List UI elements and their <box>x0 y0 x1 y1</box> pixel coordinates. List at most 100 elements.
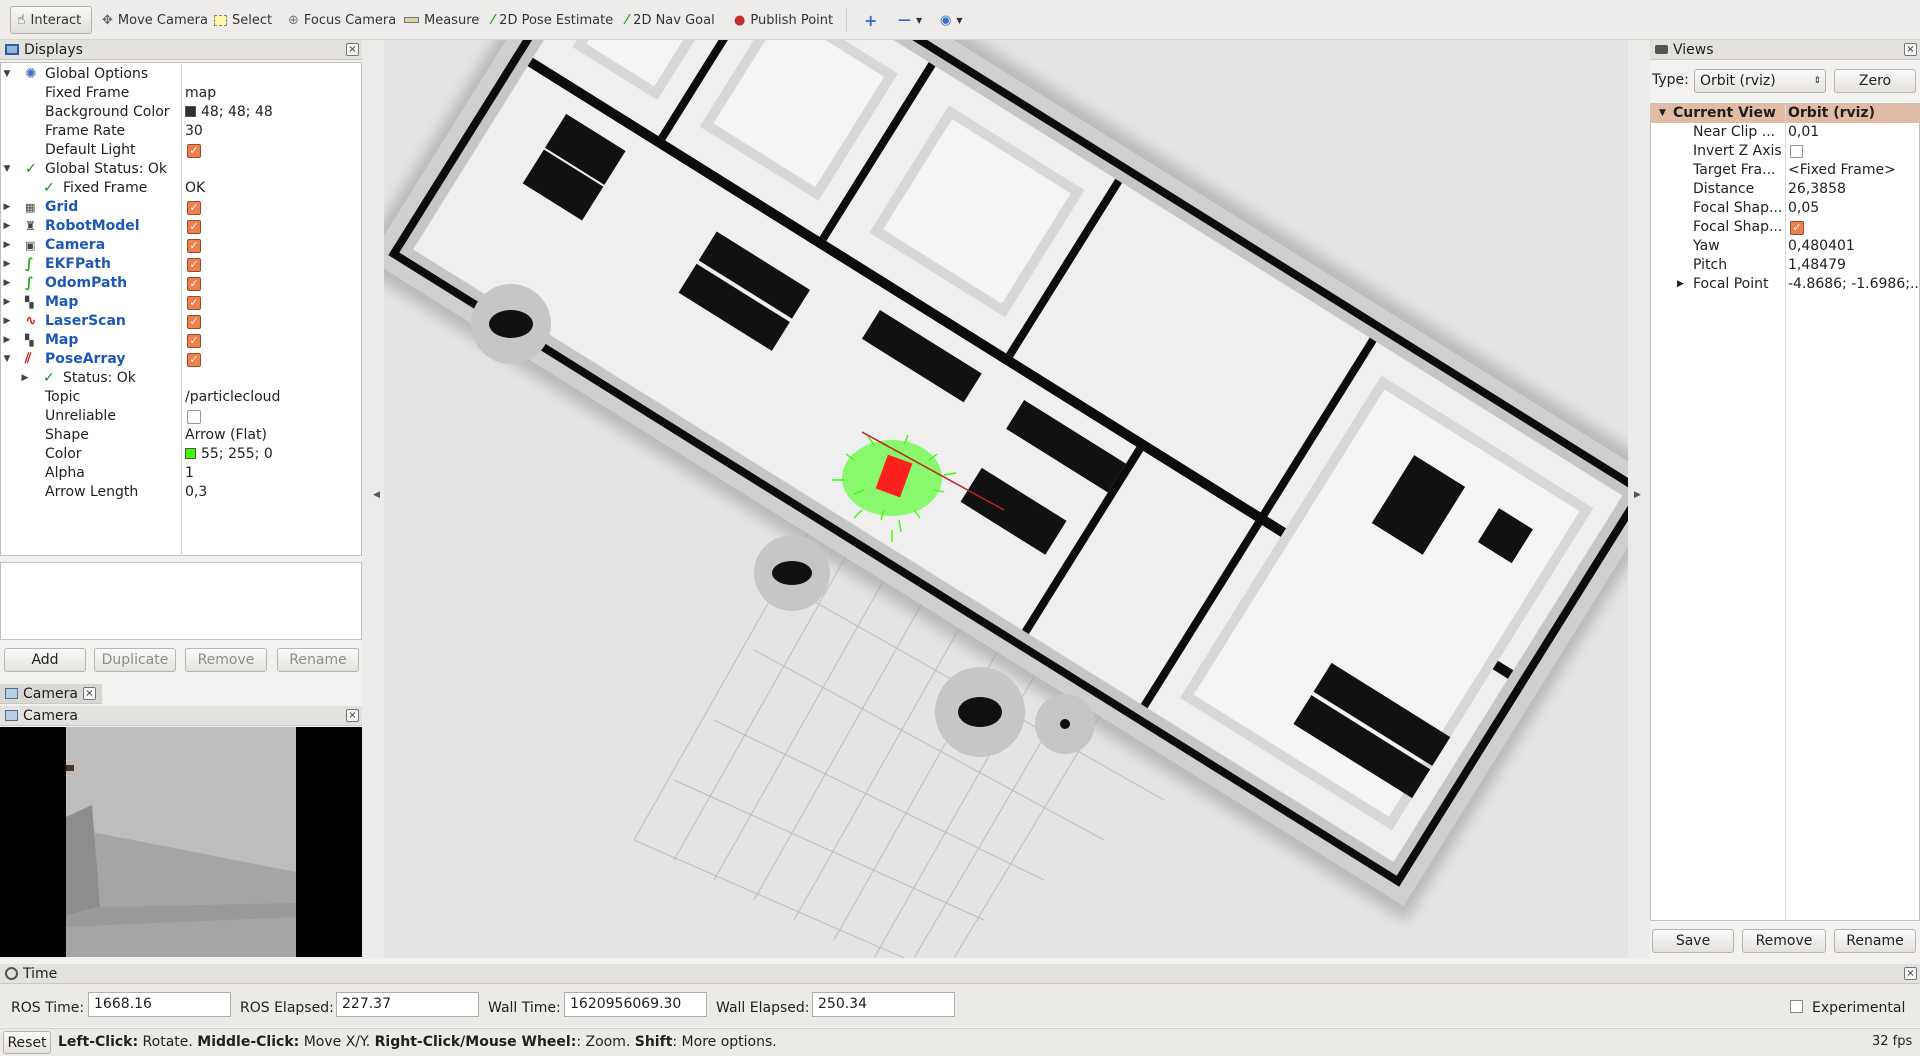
duplicate-display-button[interactable]: Duplicate <box>94 648 176 672</box>
invert-z-checkbox[interactable] <box>1790 145 1803 158</box>
enabled-checkbox[interactable]: ✓ <box>187 277 201 291</box>
ros-elapsed-field[interactable]: 227.37 <box>336 992 479 1017</box>
add-display-button[interactable]: Add <box>4 648 86 672</box>
enabled-checkbox[interactable]: ✓ <box>187 220 201 234</box>
eye-icon: ◉ <box>940 12 952 28</box>
rename-display-button[interactable]: Rename <box>277 648 359 672</box>
views-tree[interactable]: ▼ Current View Orbit (rviz) Near Clip ..… <box>1650 103 1920 921</box>
plus-icon: + <box>864 10 878 30</box>
enabled-checkbox[interactable]: ✓ <box>187 315 201 329</box>
select-label: Select <box>232 12 273 28</box>
view-property-row[interactable]: ▶ Focal Point -4.8686; -1.6986;... <box>1651 275 1919 294</box>
interact-tool-button[interactable]: ☝ Interact <box>10 6 92 34</box>
enabled-checkbox[interactable]: ✓ <box>187 334 201 348</box>
close-icon[interactable]: × <box>1904 967 1917 980</box>
color-value[interactable]: 55; 255; 0 <box>185 445 273 464</box>
path-icon: ∫ <box>25 256 34 272</box>
chevron-down-icon[interactable]: ▼ <box>1 65 13 84</box>
display-value: 48; 48; 48 <box>201 104 273 120</box>
chevron-down-icon[interactable]: ▼ <box>1 160 13 179</box>
chevron-down-icon: ▼ <box>916 15 923 25</box>
display-value: 0,3 <box>185 484 208 500</box>
remove-display-button[interactable]: Remove <box>185 648 267 672</box>
view-property-row[interactable]: Target Fra... <Fixed Frame> <box>1651 161 1919 180</box>
enabled-checkbox[interactable]: ✓ <box>187 201 201 215</box>
pose-estimate-tool-button[interactable]: ⁄ 2D Pose Estimate <box>486 6 619 34</box>
view-property-row[interactable]: Distance 26,3858 <box>1651 180 1919 199</box>
close-icon[interactable]: × <box>1904 43 1917 56</box>
chevron-right-icon[interactable]: ▶ <box>1 293 13 312</box>
right-splitter[interactable]: ▶ <box>1628 40 1650 958</box>
camera-icon <box>5 710 18 721</box>
select-tool-button[interactable]: Select <box>208 6 278 34</box>
add-tool-button[interactable]: + <box>858 6 883 34</box>
view-property-row[interactable]: Yaw 0,480401 <box>1651 237 1919 256</box>
wall-elapsed-field[interactable]: 250.34 <box>812 992 955 1017</box>
close-icon[interactable]: × <box>83 687 96 700</box>
color-swatch <box>185 448 196 459</box>
save-view-button[interactable]: Save <box>1652 929 1734 953</box>
enabled-checkbox[interactable]: ✓ <box>187 239 201 253</box>
chevron-right-icon[interactable]: ▶ <box>1 312 13 331</box>
remove-tool-button[interactable]: — ▼ <box>892 6 928 34</box>
ros-time-label: ROS Time: <box>11 1000 85 1016</box>
view-property-name: Yaw <box>1693 238 1720 254</box>
enabled-checkbox[interactable]: ✓ <box>187 296 201 310</box>
chevron-right-icon[interactable]: ▶ <box>1 217 13 236</box>
view-property-name: Target Fra... <box>1693 162 1776 178</box>
checkmark-icon: ✓ <box>43 180 55 196</box>
move-camera-tool-button[interactable]: ✥ Move Camera <box>96 6 214 34</box>
view-type-select[interactable]: Orbit (rviz) ⇕ <box>1694 69 1826 93</box>
focal-shape-checkbox[interactable]: ✓ <box>1790 221 1804 235</box>
chevron-right-icon[interactable]: ▶ <box>1 198 13 217</box>
view-options-button[interactable]: ◉ ▼ <box>934 6 969 34</box>
display-name: Background Color <box>45 104 170 120</box>
nav-goal-tool-button[interactable]: ⁄ 2D Nav Goal <box>620 6 721 34</box>
chevron-right-icon[interactable]: ▶ <box>19 369 31 388</box>
close-icon[interactable]: × <box>346 709 359 722</box>
unreliable-checkbox[interactable] <box>187 410 201 424</box>
column-divider <box>181 62 182 556</box>
chevron-down-icon[interactable]: ▼ <box>1 350 13 369</box>
experimental-checkbox[interactable] <box>1790 1000 1803 1013</box>
left-splitter[interactable]: ◀ <box>362 40 384 958</box>
enabled-checkbox[interactable]: ✓ <box>187 353 201 367</box>
current-view-label: Current View <box>1673 105 1776 121</box>
view-property-value: 26,3858 <box>1788 181 1846 197</box>
display-value: /particlecloud <box>185 389 281 405</box>
view-property-row[interactable]: Focal Shap... 0,05 <box>1651 199 1919 218</box>
tab-camera[interactable]: Camera × <box>0 684 102 704</box>
reset-button[interactable]: Reset <box>3 1031 51 1054</box>
color-value[interactable]: 48; 48; 48 <box>185 103 273 122</box>
view-property-row[interactable]: Pitch 1,48479 <box>1651 256 1919 275</box>
view-property-row[interactable]: Near Clip ... 0,01 <box>1651 123 1919 142</box>
collapse-right-icon[interactable]: ▶ <box>1634 490 1641 500</box>
chevron-right-icon[interactable]: ▶ <box>1 274 13 293</box>
collapse-left-icon[interactable]: ◀ <box>373 490 380 500</box>
view-property-row[interactable]: Invert Z Axis <box>1651 142 1919 161</box>
focus-camera-tool-button[interactable]: ⊕ Focus Camera <box>282 6 402 34</box>
enabled-checkbox[interactable]: ✓ <box>187 258 201 272</box>
chevron-right-icon[interactable]: ▶ <box>1 236 13 255</box>
chevron-right-icon[interactable]: ▶ <box>1 331 13 350</box>
measure-tool-button[interactable]: Measure <box>398 6 485 34</box>
focus-camera-icon: ⊕ <box>288 12 299 28</box>
rename-view-button[interactable]: Rename <box>1834 929 1916 953</box>
display-name: Camera <box>45 237 106 253</box>
remove-view-button[interactable]: Remove <box>1742 929 1826 953</box>
middle-click-label: Middle-Click: <box>197 1034 300 1050</box>
3d-viewport[interactable] <box>384 40 1628 958</box>
zero-button[interactable]: Zero <box>1834 69 1916 93</box>
chevron-right-icon[interactable]: ▶ <box>1 255 13 274</box>
view-property-row[interactable]: Focal Shap... ✓ <box>1651 218 1919 237</box>
publish-point-label: Publish Point <box>750 12 834 28</box>
close-icon[interactable]: × <box>346 43 359 56</box>
display-value: 55; 255; 0 <box>201 446 273 462</box>
wall-time-field[interactable]: 1620956069.30 <box>564 992 707 1017</box>
display-value: Arrow (Flat) <box>185 427 267 443</box>
publish-point-tool-button[interactable]: ● Publish Point <box>728 6 839 34</box>
checkmark-icon: ✓ <box>25 161 37 177</box>
chevron-right-icon[interactable]: ▶ <box>1677 275 1684 294</box>
ros-time-field[interactable]: 1668.16 <box>88 992 231 1017</box>
enabled-checkbox[interactable]: ✓ <box>187 144 201 158</box>
